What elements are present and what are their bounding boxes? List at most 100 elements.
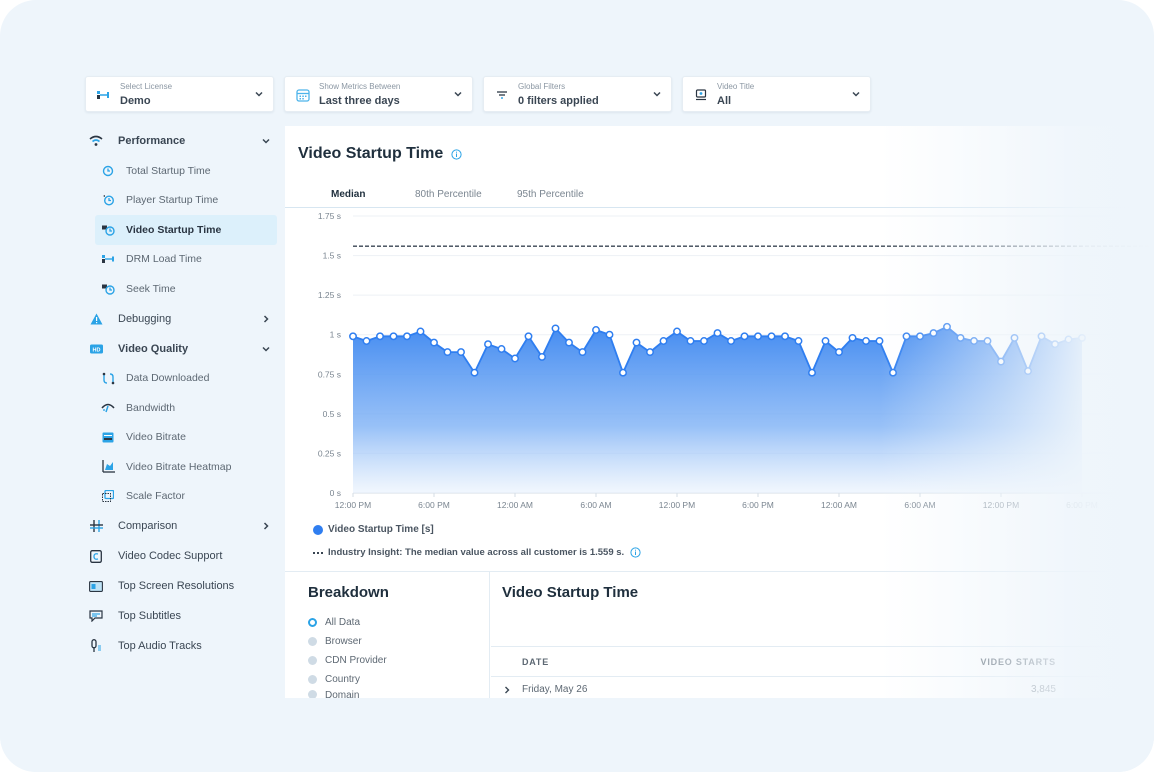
data-point — [592, 326, 600, 334]
global-filters-select[interactable]: Global Filters 0 filters applied — [483, 76, 672, 112]
data-point — [835, 348, 843, 357]
sidebar-item-data-downloaded[interactable]: Data Downloaded — [95, 364, 277, 394]
radio-unchecked[interactable] — [308, 674, 317, 684]
app-frame: Select License Demo Show Metrics Between… — [0, 0, 1154, 772]
sidebar-item-video-bitrate-heatmap[interactable]: Video Bitrate Heatmap — [95, 452, 277, 482]
legend-series-dot — [313, 524, 323, 535]
data-point — [902, 332, 911, 341]
breakdown-option-label: Browser — [325, 635, 362, 647]
sidebar-item-seek-time[interactable]: Seek Time — [95, 274, 277, 304]
chevron-down-icon — [852, 91, 860, 97]
data-point — [673, 327, 681, 336]
sidebar-item-player-startup-time[interactable]: Player Startup Time — [95, 186, 277, 216]
chevron-right-icon[interactable] — [503, 686, 511, 694]
sidebar-item-video-codec-support[interactable]: Video Codec Support — [85, 541, 277, 571]
video-clock-icon — [101, 223, 115, 237]
breakdown-option-domain[interactable]: Domain — [308, 690, 359, 698]
breakdown-option-country[interactable]: Country — [308, 671, 360, 687]
video-title-value: All — [717, 95, 732, 107]
data-point — [970, 337, 978, 345]
data-point — [916, 332, 924, 341]
sidebar-item-top-screen-resolutions[interactable]: Top Screen Resolutions — [85, 571, 277, 601]
sidebar-item-top-audio-tracks[interactable]: Top Audio Tracks — [85, 631, 277, 661]
cell-date: Friday, May 26 — [522, 684, 588, 695]
legend-series-label: Video Startup Time [s] — [328, 524, 434, 535]
chevron-down-icon — [255, 91, 263, 97]
data-point — [430, 338, 438, 347]
sidebar-item-top-subtitles[interactable]: Top Subtitles — [85, 601, 277, 631]
license-select[interactable]: Select License Demo — [85, 76, 274, 112]
bottom-margin — [0, 698, 1154, 772]
data-point — [565, 338, 573, 347]
data-point — [578, 348, 587, 357]
data-download-icon — [101, 371, 115, 385]
data-point — [470, 368, 479, 377]
data-point — [403, 332, 411, 341]
video-title-select[interactable]: Video Title All — [682, 76, 871, 112]
sidebar-item-scale-factor[interactable]: Scale Factor — [95, 482, 277, 512]
y-tick-label: 1.25 s — [318, 290, 341, 300]
data-point — [1010, 333, 1019, 342]
sidebar-group-performance[interactable]: Performance — [85, 126, 277, 156]
startup-time-chart: 0 s 0.25 s 0.5 s 0.75 s 1 s 1.25 s 1.5 s 1.75 s… — [318, 211, 1154, 510]
main-panel: Video Startup Time Median 80th Percentil… — [285, 126, 1154, 698]
breakdown-option-label: CDN Provider — [325, 654, 387, 666]
license-icon — [97, 88, 111, 102]
data-point — [632, 338, 641, 347]
breakdown-option-cdn-provider[interactable]: CDN Provider — [308, 652, 387, 668]
breakdown-title: Breakdown — [308, 584, 389, 601]
x-tick-label: 6:00 PM — [418, 500, 450, 510]
calendar-icon — [296, 88, 310, 102]
radio-checked[interactable] — [308, 617, 317, 627]
tab-median[interactable]: Median — [331, 189, 365, 200]
data-point — [686, 337, 695, 345]
breakdown-option-browser[interactable]: Browser — [308, 633, 362, 649]
codec-icon — [89, 549, 103, 563]
sidebar-item-label: Top Screen Resolutions — [118, 580, 235, 592]
radio-unchecked[interactable] — [308, 690, 317, 698]
sidebar-group-debugging[interactable]: Debugging — [85, 304, 277, 334]
data-point — [821, 337, 830, 345]
chart-legend[interactable]: Video Startup Time [s] — [313, 524, 434, 535]
data-point — [875, 337, 884, 345]
sidebar-group-comparison[interactable]: Comparison — [85, 511, 277, 541]
data-point — [1024, 367, 1032, 376]
column-header-date[interactable]: DATE — [522, 657, 549, 667]
svg-text:HD: HD — [92, 347, 100, 353]
sidebar-item-video-bitrate[interactable]: Video Bitrate — [95, 423, 277, 453]
sidebar-group-label: Comparison — [118, 520, 178, 532]
data-point — [700, 337, 708, 345]
hd-icon: HD — [89, 342, 103, 356]
table-row[interactable]: Friday, May 26 3,845 — [491, 678, 1154, 698]
industry-insight-text: Industry Insight: The median value acros… — [328, 547, 625, 558]
sidebar-item-label: Scale Factor — [126, 490, 185, 503]
data-point — [524, 332, 533, 341]
tab-95th-percentile[interactable]: 95th Percentile — [517, 189, 584, 200]
info-icon[interactable] — [451, 149, 462, 160]
seek-clock-icon — [101, 282, 115, 296]
video-title-icon — [694, 88, 708, 102]
sidebar-item-total-startup-time[interactable]: Total Startup Time — [95, 156, 277, 186]
tab-80th-percentile[interactable]: 80th Percentile — [415, 189, 482, 200]
sidebar-group-video-quality[interactable]: HD Video Quality — [85, 334, 277, 364]
data-point — [781, 332, 789, 341]
info-icon[interactable] — [630, 547, 641, 558]
sidebar-item-drm-load-time[interactable]: DRM Load Time — [95, 245, 277, 275]
date-range-select[interactable]: Show Metrics Between Last three days — [284, 76, 473, 112]
radio-unchecked[interactable] — [308, 655, 317, 665]
data-point — [376, 332, 384, 341]
column-header-video-starts[interactable]: VIDEO STARTS — [981, 657, 1056, 667]
data-point — [457, 348, 465, 357]
x-tick-label: 12:00 PM — [983, 500, 1019, 510]
data-point — [511, 354, 519, 363]
sidebar-item-video-startup-time[interactable]: Video Startup Time — [95, 215, 277, 245]
radio-unchecked[interactable] — [308, 636, 317, 646]
sidebar-item-label: Video Bitrate Heatmap — [126, 460, 232, 473]
y-tick-label: 1.5 s — [323, 251, 341, 261]
breakdown-option-all-data[interactable]: All Data — [308, 614, 360, 630]
data-point — [349, 332, 357, 341]
industry-insight: Industry Insight: The median value acros… — [313, 547, 641, 558]
global-filters-value: 0 filters applied — [518, 95, 599, 107]
chevron-down-icon — [262, 138, 270, 144]
sidebar-item-bandwidth[interactable]: Bandwidth — [95, 393, 277, 423]
